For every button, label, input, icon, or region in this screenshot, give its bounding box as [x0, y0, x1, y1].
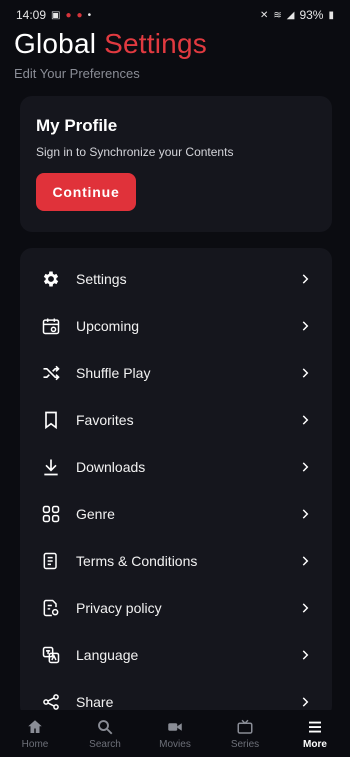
- page-title: Global Settings: [14, 26, 207, 62]
- movie-camera-icon: [168, 722, 182, 731]
- page-title-part1: Global: [14, 28, 97, 59]
- profile-description: Sign in to Synchronize your Contents: [36, 145, 234, 159]
- menu-item-label: Genre: [76, 505, 115, 522]
- chevron-right-icon: [302, 602, 309, 613]
- gallery-notification-icon: ▣: [51, 9, 61, 21]
- menu-item-privacy-policy[interactable]: Privacy policy: [20, 584, 332, 631]
- search-icon: [98, 719, 113, 734]
- gear-icon: [40, 268, 62, 290]
- status-left: 14:09 ▣ ● ● •: [16, 8, 91, 22]
- menu-icon: [309, 721, 321, 732]
- profile-title: My Profile: [36, 116, 118, 135]
- chevron-right-icon: [302, 320, 309, 331]
- menu-item-label: Language: [76, 646, 139, 663]
- page-subtitle: Edit Your Preferences: [14, 66, 140, 81]
- translate-icon: [40, 644, 62, 666]
- menu-item-terms[interactable]: Terms & Conditions: [20, 537, 332, 584]
- menu-item-genre[interactable]: Genre: [20, 490, 332, 537]
- chevron-right-icon: [302, 696, 309, 707]
- nav-label: Series: [230, 738, 260, 750]
- menu-item-downloads[interactable]: Downloads: [20, 443, 332, 490]
- chevron-right-icon: [302, 273, 309, 284]
- menu-item-label: Privacy policy: [76, 599, 162, 616]
- bookmark-icon: [40, 409, 62, 431]
- status-time: 14:09: [16, 8, 47, 22]
- chevron-right-icon: [302, 555, 309, 566]
- menu-item-language[interactable]: Language: [20, 631, 332, 678]
- app-notification-icon-2: ●: [76, 9, 83, 21]
- page-title-part2: Settings: [104, 28, 207, 59]
- menu-item-upcoming[interactable]: Upcoming: [20, 302, 332, 349]
- mute-icon: ✕: [259, 9, 269, 21]
- nav-more[interactable]: More: [285, 718, 345, 750]
- nav-label: Home: [21, 738, 49, 750]
- menu-item-shuffle-play[interactable]: Shuffle Play: [20, 349, 332, 396]
- nav-movies[interactable]: Movies: [145, 718, 205, 750]
- battery-icon: ▮: [328, 9, 334, 21]
- chevron-right-icon: [302, 649, 309, 660]
- chevron-right-icon: [302, 414, 309, 425]
- download-icon: [40, 456, 62, 478]
- continue-button[interactable]: Continue: [36, 173, 136, 211]
- signal-icon: ◢: [286, 9, 295, 21]
- battery-level: 93%: [299, 8, 324, 22]
- calendar-icon: [40, 315, 62, 337]
- nav-series[interactable]: Series: [215, 718, 275, 750]
- chevron-right-icon: [302, 461, 309, 472]
- document-icon: [40, 550, 62, 572]
- menu-card: Settings Upcoming Shuffle Play Favorites…: [20, 248, 332, 718]
- shuffle-icon: [40, 362, 62, 384]
- menu-item-label: Downloads: [76, 458, 146, 475]
- nav-label: Movies: [159, 738, 191, 750]
- tv-icon: [237, 719, 253, 734]
- menu-item-label: Upcoming: [76, 317, 140, 334]
- wifi-icon: ≋: [273, 9, 282, 21]
- menu-item-label: Favorites: [76, 411, 134, 428]
- menu-item-favorites[interactable]: Favorites: [20, 396, 332, 443]
- menu-item-label: Settings: [76, 270, 127, 287]
- menu-item-label: Terms & Conditions: [76, 552, 198, 569]
- grid-icon: [40, 503, 62, 525]
- status-right: ✕ ≋ ◢ 93% ▮: [260, 8, 334, 22]
- home-icon: [28, 719, 42, 733]
- privacy-document-icon: [40, 597, 62, 619]
- menu-item-label: Share: [76, 693, 114, 710]
- menu-item-label: Shuffle Play: [76, 364, 151, 381]
- nav-search[interactable]: Search: [75, 718, 135, 750]
- nav-label: More: [303, 738, 327, 750]
- chevron-right-icon: [302, 508, 309, 519]
- page-header: Global Settings Edit Your Preferences: [14, 26, 207, 81]
- chevron-right-icon: [302, 367, 309, 378]
- profile-card: My Profile Sign in to Synchronize your C…: [20, 96, 332, 232]
- menu-item-settings[interactable]: Settings: [20, 255, 332, 302]
- more-notifications-dot-icon: •: [87, 9, 92, 21]
- nav-home[interactable]: Home: [5, 718, 65, 750]
- nav-label: Search: [89, 738, 121, 750]
- bottom-nav: Home Search Movies Series More: [0, 710, 350, 757]
- app-notification-icon: ●: [65, 9, 72, 21]
